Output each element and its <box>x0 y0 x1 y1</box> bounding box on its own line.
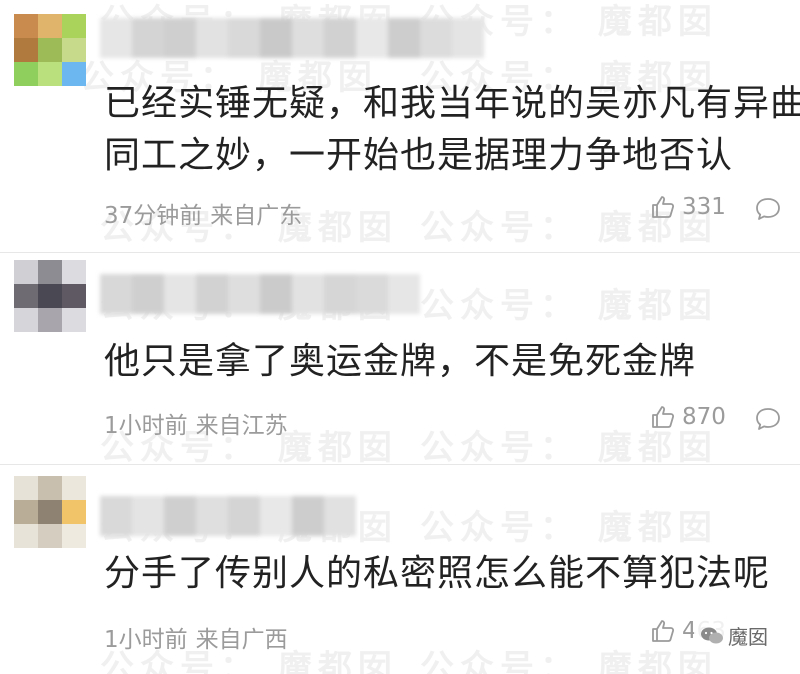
comment-item: 分手了传别人的私密照怎么能不算犯法呢 1小时前来自广西 463 <box>0 464 800 674</box>
avatar-pixel <box>14 38 38 62</box>
username-pixel <box>228 496 260 536</box>
comment-text: 已经实锤无疑，和我当年说的吴亦凡有异曲 同工之妙，一开始也是据理力争地否认 <box>104 78 800 182</box>
username-pixel <box>324 18 356 58</box>
avatar-pixel <box>14 62 38 86</box>
comment-item: 已经实锤无疑，和我当年说的吴亦凡有异曲 同工之妙，一开始也是据理力争地否认 37… <box>0 0 800 252</box>
username-pixel <box>260 18 292 58</box>
username-pixel <box>100 274 132 314</box>
avatar-pixel <box>38 38 62 62</box>
like-count: 870 <box>682 404 726 430</box>
username-pixel <box>292 18 324 58</box>
username-pixel <box>388 18 420 58</box>
username-pixel <box>132 18 164 58</box>
username-pixel <box>164 496 196 536</box>
username-pixel <box>260 496 292 536</box>
username-pixel <box>324 496 356 536</box>
username-pixel <box>196 274 228 314</box>
comment-meta: 1小时前 来自江苏 <box>104 406 288 440</box>
comment-bubble-icon[interactable] <box>754 406 782 432</box>
username-blurred[interactable] <box>100 274 420 314</box>
avatar-pixel <box>14 14 38 38</box>
comment-item: 他只是拿了奥运金牌，不是免死金牌 1小时前 来自江苏 870 <box>0 252 800 464</box>
avatar[interactable] <box>14 260 86 332</box>
comment-meta: 1小时前 来自广西 <box>104 620 288 654</box>
avatar-pixel <box>38 62 62 86</box>
avatar-pixel <box>14 500 38 524</box>
avatar-pixel <box>14 284 38 308</box>
avatar-pixel <box>38 476 62 500</box>
comment-feed: 公众号： 魔都囡 公众号： 魔都囡 公众号： 魔都囡 公众号： 魔都囡 公众号：… <box>0 0 800 674</box>
like-button[interactable]: 870 <box>650 404 726 430</box>
username-blurred[interactable] <box>100 18 484 58</box>
avatar-pixel <box>38 284 62 308</box>
avatar-pixel <box>62 476 86 500</box>
avatar-pixel <box>38 260 62 284</box>
comment-text-line: 同工之妙，一开始也是据理力争地否认 <box>104 135 734 176</box>
avatar-pixel <box>38 524 62 548</box>
thumbs-up-icon <box>652 406 675 428</box>
comment-time: 1小时前 <box>104 413 188 439</box>
username-pixel <box>196 496 228 536</box>
avatar-pixel <box>14 524 38 548</box>
avatar[interactable] <box>14 14 86 86</box>
username-pixel <box>452 18 484 58</box>
username-pixel <box>260 274 292 314</box>
username-pixel <box>100 496 132 536</box>
avatar-pixel <box>62 14 86 38</box>
wechat-icon <box>701 627 723 643</box>
avatar-pixel <box>62 284 86 308</box>
username-pixel <box>356 18 388 58</box>
avatar-pixel <box>38 14 62 38</box>
badge-label: 魔囡 <box>728 625 768 649</box>
avatar-pixel <box>62 62 86 86</box>
username-pixel <box>356 274 388 314</box>
avatar-pixel <box>14 476 38 500</box>
comment-location: 来自广西 <box>195 627 288 653</box>
username-pixel <box>292 274 324 314</box>
avatar-pixel <box>14 260 38 284</box>
avatar-pixel <box>62 524 86 548</box>
comment-meta: 37分钟前 来自广东 <box>104 196 302 230</box>
comment-text: 分手了传别人的私密照怎么能不算犯法呢 <box>104 548 770 600</box>
username-pixel <box>100 18 132 58</box>
avatar[interactable] <box>14 476 86 548</box>
avatar-pixel <box>62 308 86 332</box>
comment-location: 来自广东 <box>210 203 303 229</box>
username-pixel <box>292 496 324 536</box>
comment-time: 1小时前 <box>104 627 188 653</box>
username-pixel <box>132 274 164 314</box>
avatar-pixel <box>62 500 86 524</box>
comment-location: 来自江苏 <box>195 413 288 439</box>
username-blurred[interactable] <box>100 496 356 536</box>
username-pixel <box>388 274 420 314</box>
username-pixel <box>420 18 452 58</box>
username-pixel <box>324 274 356 314</box>
avatar-pixel <box>38 308 62 332</box>
comment-text-line: 分手了传别人的私密照怎么能不算犯法呢 <box>104 553 771 594</box>
comment-bubble-icon[interactable] <box>754 196 782 222</box>
username-pixel <box>196 18 228 58</box>
comment-text: 他只是拿了奥运金牌，不是免死金牌 <box>104 336 770 388</box>
comment-text-line: 已经实锤无疑，和我当年说的吴亦凡有异曲 <box>104 83 800 124</box>
comment-time: 37分钟前 <box>104 203 203 229</box>
thumbs-up-icon <box>652 620 675 642</box>
username-pixel <box>228 18 260 58</box>
avatar-pixel <box>38 500 62 524</box>
comment-text-line: 他只是拿了奥运金牌，不是免死金牌 <box>104 341 697 382</box>
avatar-pixel <box>62 260 86 284</box>
username-pixel <box>228 274 260 314</box>
avatar-pixel <box>62 38 86 62</box>
username-pixel <box>164 18 196 58</box>
account-badge: 魔囡 <box>694 619 774 652</box>
username-pixel <box>132 496 164 536</box>
username-pixel <box>164 274 196 314</box>
avatar-pixel <box>14 308 38 332</box>
thumbs-up-icon <box>652 196 675 218</box>
like-count: 331 <box>682 194 726 220</box>
like-button[interactable]: 331 <box>650 194 726 220</box>
